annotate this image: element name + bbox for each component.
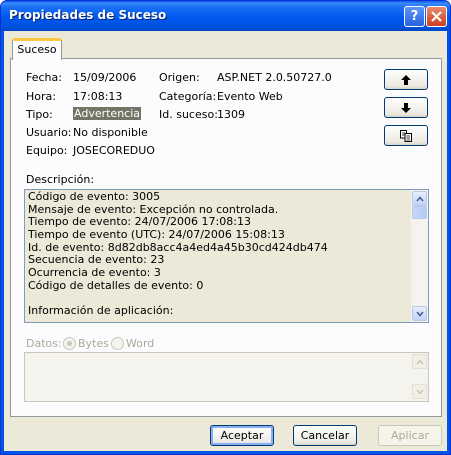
description-line: Ocurrencia de evento: 3 xyxy=(28,266,161,280)
fecha-value: 15/09/2006 xyxy=(73,71,137,84)
chevron-up-icon xyxy=(415,358,424,365)
title-bar[interactable]: Propiedades de Suceso ? xyxy=(1,1,450,31)
description-scrollbar[interactable] xyxy=(411,190,428,322)
description-line: Código de detalles de evento: 0 xyxy=(28,278,204,292)
hora-label: Hora: xyxy=(26,90,56,103)
close-button[interactable] xyxy=(426,6,447,27)
copy-icon xyxy=(400,129,412,142)
categoria-label: Categoría: xyxy=(159,90,217,103)
bytes-radio[interactable] xyxy=(63,337,76,350)
tab-suceso[interactable]: Suceso xyxy=(12,38,62,60)
data-scroll-up-button[interactable] xyxy=(412,354,427,369)
help-icon: ? xyxy=(410,9,419,24)
next-event-button[interactable] xyxy=(384,97,428,118)
equipo-value: JOSECOREDUO xyxy=(73,144,155,157)
chevron-up-icon xyxy=(415,195,424,202)
scroll-down-button[interactable] xyxy=(412,306,427,321)
word-radio-label[interactable]: Word xyxy=(126,337,154,350)
description-line: Tiempo de evento (UTC): 24/07/2006 15:08… xyxy=(28,228,285,242)
description-text: Código de evento: 3005 Mensaje de evento… xyxy=(28,190,410,318)
description-line: Código de evento: 3005 xyxy=(28,190,161,203)
word-radio[interactable] xyxy=(111,337,124,350)
close-icon xyxy=(431,11,442,22)
radio-selected-dot xyxy=(67,341,72,346)
description-line: Información de aplicación: xyxy=(28,304,174,318)
scroll-up-button[interactable] xyxy=(412,191,427,206)
usuario-label: Usuario: xyxy=(26,126,72,139)
ok-button[interactable]: Aceptar xyxy=(210,425,274,446)
hora-value: 17:08:13 xyxy=(73,90,123,103)
previous-event-button[interactable] xyxy=(384,69,428,90)
arrow-down-icon xyxy=(401,102,411,113)
origen-label: Origen: xyxy=(159,71,200,84)
data-scrollbar[interactable] xyxy=(411,353,428,401)
window-title: Propiedades de Suceso xyxy=(9,8,167,22)
equipo-label: Equipo: xyxy=(26,144,68,157)
copy-button[interactable] xyxy=(384,125,428,146)
data-textbox[interactable] xyxy=(24,352,429,402)
data-scroll-down-button[interactable] xyxy=(412,384,427,399)
dialog-window: Propiedades de Suceso ? Suceso Fecha: 15… xyxy=(0,0,451,455)
usuario-value: No disponible xyxy=(73,126,148,139)
tipo-value[interactable]: Advertencia xyxy=(73,107,142,120)
chevron-down-icon xyxy=(415,310,424,317)
id-suceso-value: 1309 xyxy=(217,108,245,121)
cancel-button[interactable]: Cancelar xyxy=(293,425,357,446)
description-textbox[interactable]: Código de evento: 3005 Mensaje de evento… xyxy=(24,189,429,323)
description-label: Descripción: xyxy=(26,173,95,186)
chevron-down-icon xyxy=(415,388,424,395)
event-panel: Fecha: 15/09/2006 Hora: 17:08:13 Tipo: A… xyxy=(10,58,442,417)
tipo-label: Tipo: xyxy=(26,108,53,121)
scroll-thumb[interactable] xyxy=(412,206,427,219)
tab-label: Suceso xyxy=(17,43,57,56)
data-label: Datos: xyxy=(26,337,62,350)
fecha-label: Fecha: xyxy=(26,71,62,84)
help-button[interactable]: ? xyxy=(404,6,425,27)
id-suceso-label: Id. suceso: xyxy=(159,108,218,121)
bytes-radio-label[interactable]: Bytes xyxy=(78,337,109,350)
categoria-value: Evento Web xyxy=(217,90,283,103)
arrow-up-icon xyxy=(401,74,411,85)
origen-value: ASP.NET 2.0.50727.0 xyxy=(217,71,332,84)
apply-button[interactable]: Aplicar xyxy=(378,425,442,446)
